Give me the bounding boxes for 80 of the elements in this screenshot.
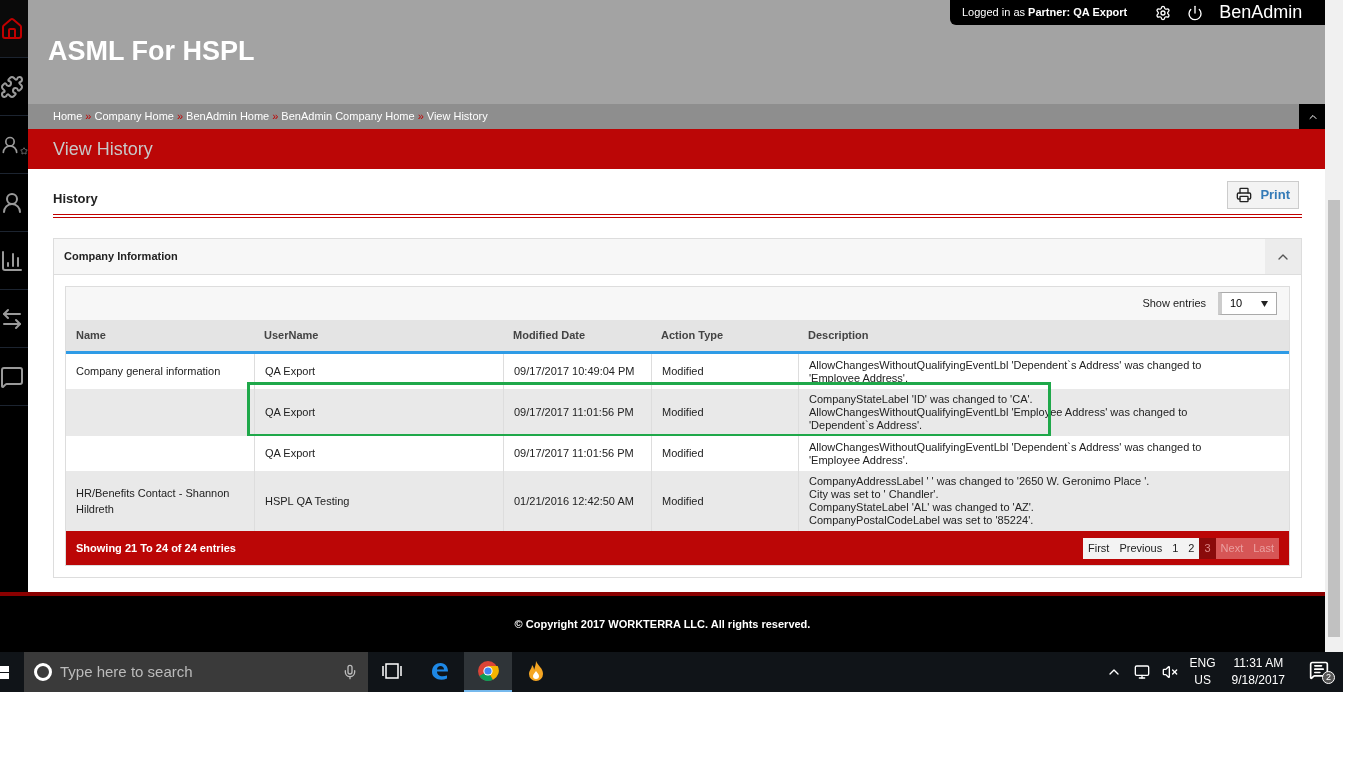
scrollbar-thumb[interactable] — [1328, 200, 1340, 637]
windows-start-icon[interactable] — [0, 664, 10, 680]
breadcrumb-link[interactable]: BenAdmin Company Home — [281, 108, 415, 125]
column-header: Name — [75, 328, 107, 344]
pagination-button[interactable]: First — [1083, 537, 1115, 559]
breadcrumb-separator: » — [417, 109, 424, 125]
language-indicator[interactable]: ENG US — [1189, 655, 1216, 689]
clock[interactable]: 11:31 AM 9/18/2017 — [1231, 655, 1285, 689]
copyright-text: © Copyright 2017 WORKTERRA LLC. All rights reserved. — [514, 616, 811, 632]
entries-summary: Showing 21 To 24 of 24 entries — [76, 540, 236, 556]
pagination-button[interactable]: 1 — [1167, 537, 1184, 559]
table-cell-text: 09/17/2017 11:01:56 PM — [513, 446, 635, 462]
arrows-icon — [0, 306, 24, 331]
home-icon — [0, 16, 24, 41]
breadcrumb-link[interactable]: Company Home — [94, 108, 174, 125]
breadcrumb-separator: » — [176, 109, 184, 125]
table-cell-text: 01/21/2016 12:42:50 AM — [513, 493, 635, 509]
breadcrumb-link[interactable]: Home — [53, 108, 83, 125]
table-cell-text: Modified — [661, 405, 705, 421]
column-header: UserName — [263, 328, 320, 344]
notifications-icon[interactable] — [1309, 660, 1329, 680]
edge-icon — [429, 660, 451, 682]
description-line: CompanyStateLabel 'AL' was changed to 'AZ'. — [809, 501, 1035, 514]
table-cell-text: QA Export — [264, 446, 317, 462]
muted-speaker-icon[interactable] — [1161, 664, 1178, 680]
user-icon — [0, 190, 24, 215]
username: BenAdmin — [1219, 1, 1303, 24]
table-cell-text: 09/17/2017 11:01:56 PM — [513, 405, 635, 421]
breadcrumb-separator: » — [272, 109, 279, 125]
pagination-button[interactable]: Previous — [1114, 537, 1168, 559]
section-title: History — [53, 190, 98, 209]
table-cell-text: Modified — [661, 493, 705, 509]
search-bar[interactable]: Type here to search — [24, 652, 368, 692]
power-icon[interactable] — [1187, 4, 1204, 21]
entries-dropdown[interactable]: 10 — [1218, 292, 1277, 315]
table-cell-text: QA Export — [264, 364, 317, 380]
description-line: CompanyPostalCodeLabel was set to '85224'. — [809, 514, 1035, 527]
print-button[interactable]: Print — [1227, 181, 1299, 209]
table-cell-text: HR/Benefits Contact - Shannon Hildreth — [75, 485, 231, 517]
column-header: Description — [807, 328, 870, 344]
table-cell-text: Company general information — [75, 364, 222, 380]
description-line: City was set to ' Chandler'. — [809, 488, 940, 501]
printer-icon — [1236, 187, 1253, 203]
description-line: CompanyAddressLabel ' ' was changed to '2650 W. Geronimo Place '. — [809, 475, 1151, 488]
search-field[interactable]: Type here to search — [60, 660, 334, 684]
column-header: Action Type — [660, 328, 725, 344]
pagination-button[interactable]: 3 — [1199, 537, 1216, 559]
description-line: CompanyStateLabel 'ID' was changed to 'CA'. — [809, 393, 1034, 406]
network-icon[interactable] — [1133, 664, 1150, 680]
column-header: Modified Date — [512, 328, 587, 344]
microphone-icon[interactable] — [342, 664, 358, 680]
panel-title: Company Information — [64, 249, 178, 265]
sidebar-item[interactable] — [0, 0, 28, 58]
show-entries-label: Show entries — [1142, 296, 1206, 312]
table-cell-text: Modified — [661, 446, 705, 462]
description-line: AllowChangesWithoutQualifyingEventLbl 'Dependent`s Address' was changed to 'Employee Address'. — [809, 358, 1203, 385]
puzzle-icon — [0, 74, 24, 99]
page-title: View History — [53, 137, 153, 161]
table-cell-text: HSPL QA Testing — [264, 493, 351, 509]
bar-chart-icon — [0, 248, 24, 273]
chrome-icon — [477, 660, 499, 682]
login-status: Logged in as Partner: QA Export — [962, 5, 1128, 21]
dropdown-arrow-icon — [1261, 300, 1268, 307]
table-cell-text: Modified — [661, 364, 705, 380]
pagination-button[interactable]: 2 — [1183, 537, 1200, 559]
breadcrumb-separator: » — [85, 109, 92, 125]
flame-icon — [526, 660, 546, 682]
task-view-icon — [382, 663, 402, 679]
site-title: ASML For HSPL — [48, 35, 255, 68]
table-cell-text: 09/17/2017 10:49:04 PM — [513, 364, 636, 380]
description-line: AllowChangesWithoutQualifyingEventLbl 'Dependent`s Address' was changed to 'Employee Address'. — [809, 440, 1203, 467]
breadcrumb-link[interactable]: View History — [426, 108, 488, 125]
taskbar-app[interactable] — [464, 652, 512, 692]
chat-icon — [0, 364, 24, 389]
user-star-icon — [0, 134, 28, 155]
table-cell-text: QA Export — [264, 405, 317, 421]
settings-icon[interactable] — [1155, 4, 1172, 21]
notification-count: 2 — [1322, 671, 1335, 684]
breadcrumb-link[interactable]: BenAdmin Home — [186, 108, 270, 125]
scroll-up-button[interactable] — [1299, 104, 1327, 129]
